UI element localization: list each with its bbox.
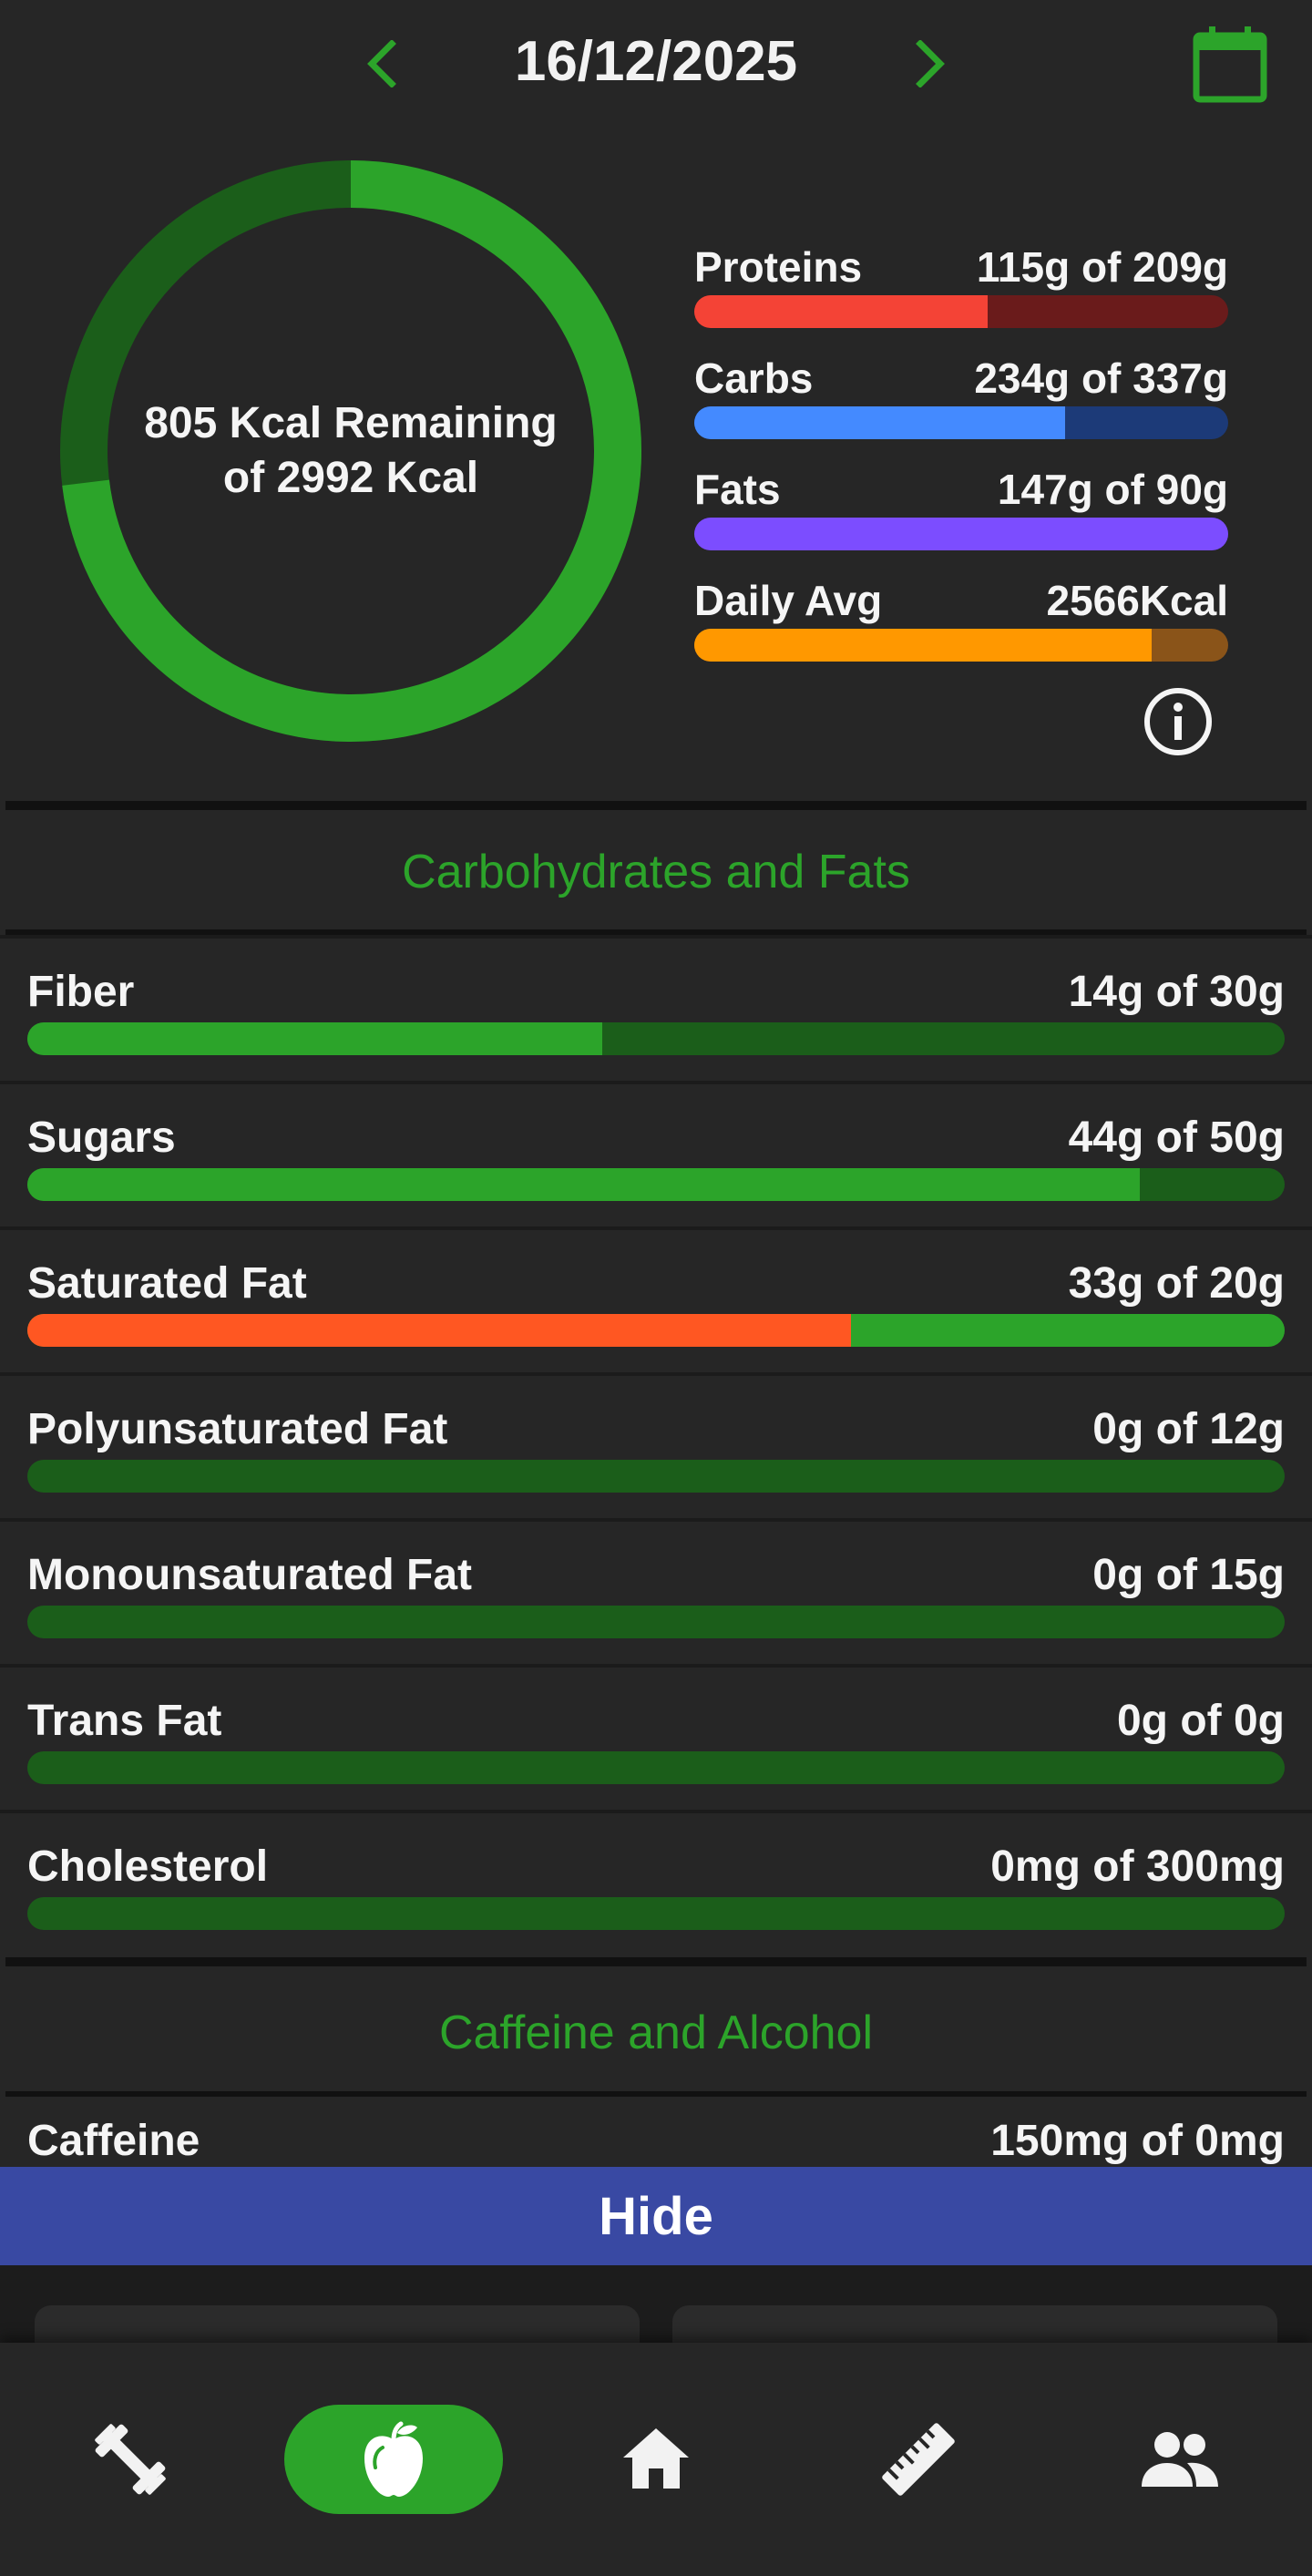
nutrient-row-saturated-fat: Saturated Fat 33g of 20g — [0, 1226, 1312, 1372]
macro-progress-fill — [694, 518, 1228, 550]
nav-measurements[interactable] — [864, 2405, 973, 2514]
hide-button[interactable]: Hide — [0, 2167, 1312, 2265]
nutrient-progress-bar — [27, 1897, 1285, 1930]
nutrient-progress-bar — [27, 1022, 1285, 1055]
macro-row-proteins: Proteins 115g of 209g — [694, 237, 1228, 328]
nutrient-value: 150mg of 0mg — [990, 2116, 1285, 2165]
macro-label: Proteins — [694, 243, 863, 291]
nutrient-value: 0g of 15g — [1092, 1550, 1285, 1599]
macro-row-daily-avg: Daily Avg 2566Kcal — [694, 570, 1228, 662]
nutrient-row-monounsaturated-fat: Monounsaturated Fat 0g of 15g — [0, 1518, 1312, 1664]
nutrient-row-fiber: Fiber 14g of 30g — [0, 935, 1312, 1081]
nutrient-progress-bar — [27, 1314, 1285, 1347]
bottom-navigation — [0, 2343, 1312, 2576]
section-divider — [5, 801, 1307, 810]
nutrient-progress-fill — [27, 1314, 851, 1347]
nutrient-progress-fill — [27, 1168, 1141, 1201]
nav-community[interactable] — [1125, 2405, 1235, 2514]
people-icon — [1142, 2432, 1218, 2487]
nutrient-row-trans-fat: Trans Fat 0g of 0g — [0, 1664, 1312, 1810]
selected-date[interactable]: 16/12/2025 — [428, 26, 884, 98]
kcal-goal-text: of 2992 Kcal — [222, 454, 479, 502]
macro-value: 147g of 90g — [997, 466, 1228, 513]
nutrient-value: 44g of 50g — [1068, 1113, 1285, 1162]
home-icon — [623, 2428, 689, 2489]
macro-progress-bar — [694, 295, 1228, 328]
ring-label: 805 Kcal Remaining of 2992 Kcal — [55, 155, 647, 747]
macro-progress-fill — [694, 295, 989, 328]
nutrient-value: 14g of 30g — [1068, 967, 1285, 1016]
previous-day-button[interactable] — [349, 27, 413, 100]
next-day-button[interactable] — [899, 27, 963, 100]
apple-icon — [364, 2421, 423, 2497]
nav-nutrition[interactable] — [284, 2405, 503, 2514]
nutrient-progress-bar — [27, 1606, 1285, 1638]
macro-progress-fill — [694, 406, 1065, 439]
calorie-ring: 805 Kcal Remaining of 2992 Kcal — [55, 155, 647, 747]
macro-progress-fill — [694, 629, 1153, 662]
section-divider — [5, 1957, 1307, 1966]
nutrient-progress-bar — [27, 1168, 1285, 1201]
info-icon — [1144, 688, 1212, 755]
calendar-button[interactable] — [1189, 23, 1271, 105]
nutrient-progress-bar — [27, 1460, 1285, 1493]
calendar-icon — [1193, 26, 1267, 103]
info-button[interactable] — [1142, 685, 1215, 758]
macro-progress-bar — [694, 629, 1228, 662]
nutrient-label: Sugars — [27, 1113, 176, 1162]
nutrient-label: Monounsaturated Fat — [27, 1550, 472, 1599]
nutrient-value: 0g of 12g — [1092, 1404, 1285, 1453]
macro-value: 115g of 209g — [976, 243, 1228, 291]
chevron-left-icon — [367, 40, 396, 87]
macro-label: Carbs — [694, 354, 814, 402]
kcal-remaining-text: 805 Kcal Remaining — [144, 399, 558, 447]
macro-row-fats: Fats 147g of 90g — [694, 459, 1228, 550]
macro-row-carbs: Carbs 234g of 337g — [694, 348, 1228, 439]
nutrient-label: Saturated Fat — [27, 1258, 307, 1308]
section-title-carbs-fats: Carbohydrates and Fats — [402, 846, 910, 898]
dumbbell-icon — [95, 2424, 166, 2495]
date-header: 16/12/2025 — [0, 0, 1312, 128]
macro-label: Fats — [694, 466, 781, 513]
nutrient-row-cholesterol: Cholesterol 0mg of 300mg — [0, 1810, 1312, 1955]
nutrient-row-sugars: Sugars 44g of 50g — [0, 1081, 1312, 1226]
nutrient-value: 0mg of 300mg — [990, 1842, 1285, 1891]
macro-label: Daily Avg — [694, 577, 883, 624]
macro-value: 234g of 337g — [974, 354, 1228, 402]
nav-workouts[interactable] — [76, 2405, 185, 2514]
nutrient-label: Caffeine — [27, 2116, 200, 2165]
nutrient-progress-bar — [27, 1751, 1285, 1784]
macro-progress-bar — [694, 518, 1228, 550]
nutrient-row-caffeine: Caffeine 150mg of 0mg — [0, 2097, 1312, 2167]
macro-progress-bar — [694, 406, 1228, 439]
nutrient-progress-fill — [27, 1022, 602, 1055]
macro-value: 2566Kcal — [1046, 577, 1229, 624]
chevron-right-icon — [916, 40, 945, 87]
nutrient-label: Fiber — [27, 967, 135, 1016]
caffeine-alcohol-list: Caffeine 150mg of 0mg — [0, 2097, 1312, 2167]
section-title-caffeine-alcohol: Caffeine and Alcohol — [438, 2006, 874, 2059]
ruler-icon — [882, 2423, 955, 2496]
nutrient-label: Cholesterol — [27, 1842, 269, 1891]
nutrient-label: Polyunsaturated Fat — [27, 1404, 448, 1453]
nutrient-value: 0g of 0g — [1116, 1696, 1285, 1745]
nutrient-row-polyunsaturated-fat: Polyunsaturated Fat 0g of 12g — [0, 1372, 1312, 1518]
nav-home[interactable] — [601, 2405, 711, 2514]
nutrient-label: Trans Fat — [27, 1696, 222, 1745]
nutrient-value: 33g of 20g — [1068, 1258, 1285, 1308]
